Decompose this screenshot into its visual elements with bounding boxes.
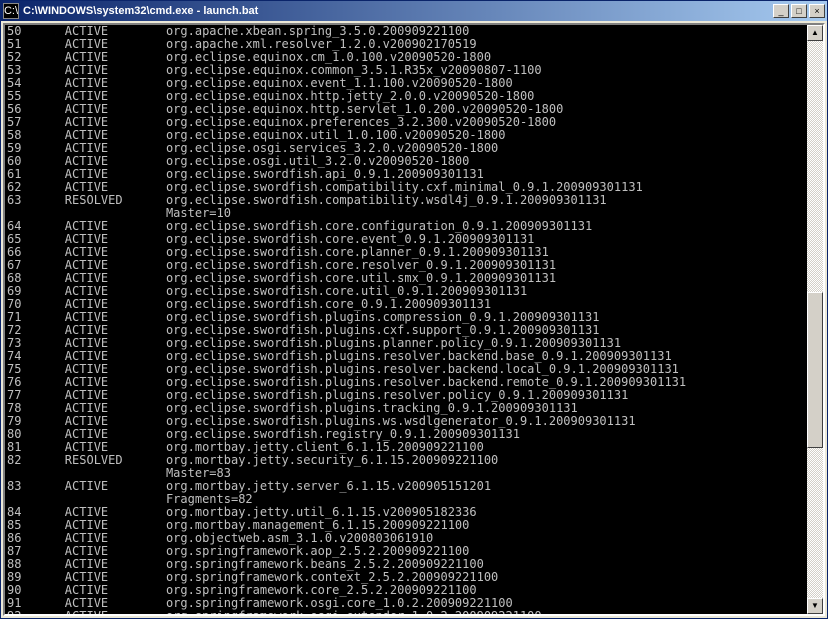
maximize-button[interactable]: □ [791,4,807,18]
bundle-row: 92 ACTIVE org.springframework.osgi.exten… [7,610,805,614]
client-area: 50 ACTIVE org.apache.xbean.spring_3.5.0.… [3,23,825,616]
scroll-track[interactable] [807,41,823,598]
scroll-thumb[interactable] [807,292,823,448]
vertical-scrollbar[interactable]: ▲ ▼ [807,25,823,614]
scroll-up-button[interactable]: ▲ [807,25,823,41]
titlebar[interactable]: C:\ C:\WINDOWS\system32\cmd.exe - launch… [1,1,827,21]
minimize-button[interactable]: _ [773,4,789,18]
window-title: C:\WINDOWS\system32\cmd.exe - launch.bat [23,5,773,17]
console-output[interactable]: 50 ACTIVE org.apache.xbean.spring_3.5.0.… [5,25,807,614]
cmd-window: C:\ C:\WINDOWS\system32\cmd.exe - launch… [0,0,828,619]
scroll-down-button[interactable]: ▼ [807,598,823,614]
close-button[interactable]: × [809,4,825,18]
window-buttons: _ □ × [773,4,825,18]
app-icon: C:\ [3,3,19,19]
